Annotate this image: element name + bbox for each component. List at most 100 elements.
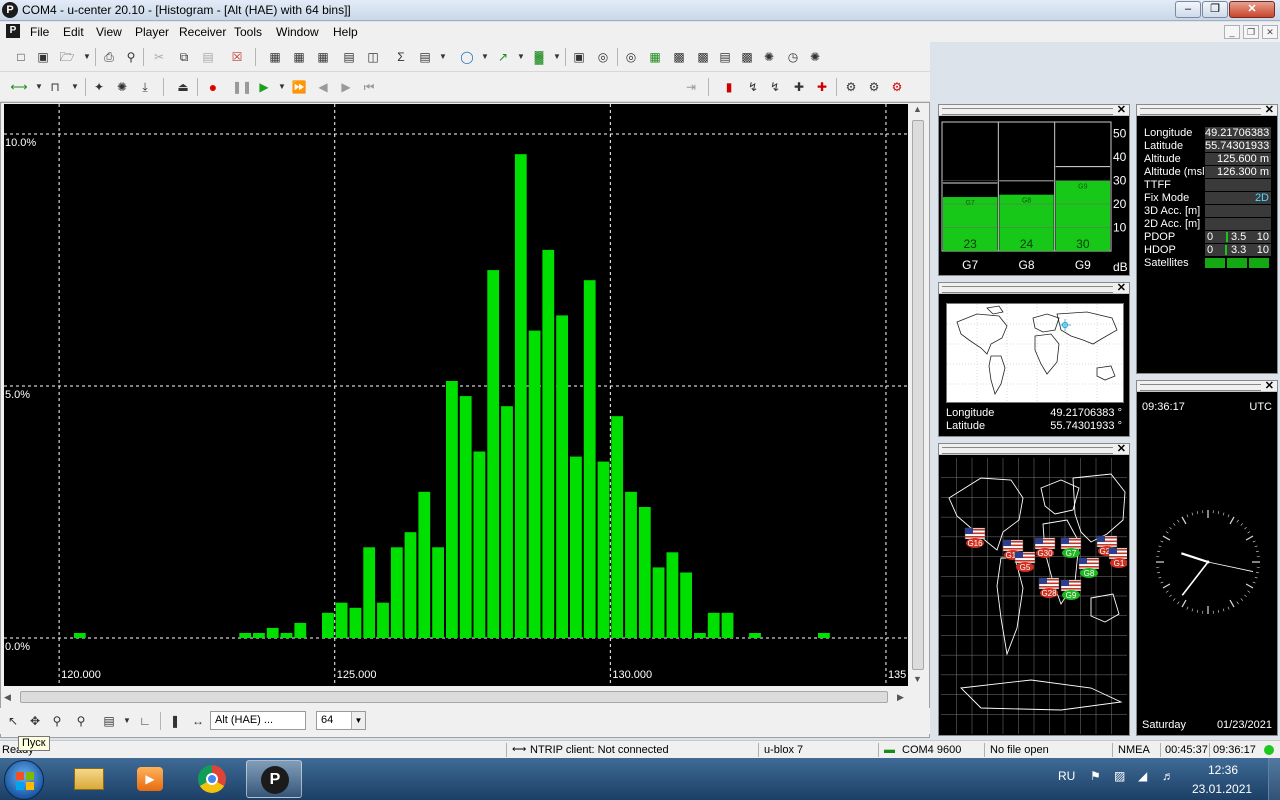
copy-chart-icon[interactable]: ▤	[100, 712, 118, 730]
satellite-marker[interactable]: G9	[1060, 579, 1082, 600]
tray-flag-icon[interactable]: ⚑	[1090, 769, 1101, 783]
open-icon[interactable]: 🗁	[58, 48, 76, 66]
cut-icon[interactable]: ✂	[150, 48, 168, 66]
poll-icon[interactable]: ✚	[790, 78, 808, 96]
document-icon[interactable]: P	[6, 24, 20, 38]
taskbar-date[interactable]: 23.01.2021	[1192, 782, 1252, 796]
fast-forward-icon[interactable]: ⏩	[290, 78, 308, 96]
bins-select[interactable]: 64 ▼	[316, 711, 366, 730]
open-dropdown-icon[interactable]: ▼	[78, 48, 96, 66]
histogram-dropdown-icon[interactable]: ▼	[548, 48, 566, 66]
chevron-down-icon[interactable]: ▼	[351, 712, 365, 729]
map-view-icon[interactable]: ◯	[458, 48, 476, 66]
mdi-minimize-button[interactable]: _	[1224, 25, 1240, 39]
menu-window[interactable]: Window	[276, 25, 319, 39]
layout-icon[interactable]: ▦	[266, 48, 284, 66]
panel-header[interactable]: ✕	[1137, 104, 1277, 116]
chart-dropdown-icon[interactable]: ▼	[512, 48, 530, 66]
table-icon[interactable]: ▤	[416, 48, 434, 66]
taskbar-chrome[interactable]	[184, 760, 240, 798]
satellite-marker[interactable]: G30	[1034, 537, 1056, 558]
close-icon[interactable]: ✕	[1117, 103, 1126, 116]
vertical-cursor-icon[interactable]: ❚	[166, 712, 184, 730]
close-icon[interactable]: ✕	[1117, 442, 1126, 455]
satellite-marker[interactable]: G16	[964, 527, 986, 548]
world-map-icon[interactable]: ▩	[694, 48, 712, 66]
scroll-right-icon[interactable]: ▶	[897, 692, 904, 703]
mdi-restore-button[interactable]: ❐	[1243, 25, 1259, 39]
scroll-left-icon[interactable]: ◀	[4, 692, 11, 703]
field-select[interactable]: Alt (HAE) ...	[210, 711, 306, 730]
taskbar-media-player[interactable]: ▶	[122, 760, 178, 798]
close-button[interactable]: ✕	[1229, 1, 1275, 18]
satellite-ground-map[interactable]: G16G13G5G30 G7 G27G8G28 G9G1	[941, 458, 1127, 734]
show-desktop-button[interactable]	[1268, 758, 1280, 800]
baudrate-icon[interactable]: ⊓	[46, 78, 64, 96]
hot-start-icon[interactable]: ▮	[720, 78, 738, 96]
close-icon[interactable]: ✕	[1265, 379, 1274, 392]
app-icon[interactable]: P	[2, 2, 18, 18]
satellite-marker[interactable]: G5	[1014, 551, 1036, 572]
scroll-down-icon[interactable]: ▼	[913, 674, 922, 684]
gear-icon[interactable]: ⚙	[842, 78, 860, 96]
paste-icon[interactable]: ▤	[199, 48, 217, 66]
status-port[interactable]: COM4 9600	[902, 744, 961, 756]
panel-header[interactable]: ✕	[1137, 379, 1277, 392]
menu-view[interactable]: View	[96, 25, 122, 39]
gear-2-icon[interactable]: ⚙	[865, 78, 883, 96]
data-view-icon[interactable]: ▤	[716, 48, 734, 66]
panel-header[interactable]: ✕	[939, 281, 1129, 294]
cold-start-icon[interactable]: ↯	[766, 78, 784, 96]
panel-header[interactable]: ✕	[939, 103, 1129, 116]
tray-network-icon[interactable]: ◢	[1138, 769, 1147, 783]
satellite-marker[interactable]: G8	[1078, 557, 1100, 578]
axis-icon[interactable]: ∟	[136, 712, 154, 730]
signal-icon[interactable]: ▦	[646, 48, 664, 66]
horizontal-cursor-icon[interactable]: ↔	[189, 712, 207, 730]
text-console-icon[interactable]: ▤	[340, 48, 358, 66]
deviation-map-icon[interactable]: ◎	[594, 48, 612, 66]
layout-3-icon[interactable]: ▦	[314, 48, 332, 66]
rewind-icon[interactable]: ⏮	[360, 78, 378, 96]
autobauding-icon[interactable]: ✦	[90, 78, 108, 96]
debug-icon[interactable]: ✺	[113, 78, 131, 96]
world-map[interactable]	[946, 303, 1124, 403]
new-icon[interactable]: □	[12, 48, 30, 66]
panel-header[interactable]: ✕	[939, 442, 1129, 455]
eject-icon[interactable]: ⏏	[174, 78, 192, 96]
step-back-icon[interactable]: ◀	[314, 78, 332, 96]
histogram-plot[interactable]: 10.0% 5.0% 0.0% 120.000 125.000 130.000 135	[4, 104, 908, 686]
zoom-in-icon[interactable]: ⚲	[48, 712, 66, 730]
go-end-icon[interactable]: ⇥	[682, 78, 700, 96]
download-icon[interactable]: ⤓	[136, 78, 154, 96]
horizontal-scroll-thumb[interactable]	[20, 691, 888, 703]
menu-help[interactable]: Help	[333, 25, 358, 39]
language-indicator[interactable]: RU	[1058, 769, 1075, 783]
reset-icon[interactable]: ✚	[813, 78, 831, 96]
step-forward-icon[interactable]: ▶	[337, 78, 355, 96]
menu-player[interactable]: Player	[135, 25, 169, 39]
print-preview-icon[interactable]: ⚲	[122, 48, 140, 66]
play-dropdown-icon[interactable]: ▼	[273, 78, 291, 96]
close-icon[interactable]: ✕	[1117, 281, 1126, 294]
packet-console-icon[interactable]: ◫	[364, 48, 382, 66]
pause-icon[interactable]: ❚❚	[232, 78, 252, 96]
record-icon[interactable]: ●	[204, 78, 222, 96]
configuration-icon[interactable]: ✺	[806, 48, 824, 66]
save-icon[interactable]: ▣	[34, 48, 52, 66]
satellite-level-icon[interactable]: ▩	[670, 48, 688, 66]
clear-icon[interactable]: ☒	[228, 48, 246, 66]
chart-view-icon[interactable]: ↗	[494, 48, 512, 66]
vertical-scroll-thumb[interactable]	[912, 120, 924, 670]
mdi-close-button[interactable]: ✕	[1262, 25, 1278, 39]
taskbar-u-center[interactable]: P	[246, 760, 302, 798]
satellite-marker[interactable]: G7	[1060, 537, 1082, 558]
menu-receiver[interactable]: Receiver	[179, 25, 226, 39]
taskbar-explorer[interactable]	[60, 760, 116, 798]
connection-icon[interactable]: ⟷	[10, 78, 28, 96]
layout-2-icon[interactable]: ▦	[290, 48, 308, 66]
menu-file[interactable]: File	[30, 25, 49, 39]
tray-security-icon[interactable]: ▨	[1114, 769, 1125, 783]
pointer-icon[interactable]: ↖	[4, 712, 22, 730]
sky-view-icon[interactable]: ▣	[570, 48, 588, 66]
